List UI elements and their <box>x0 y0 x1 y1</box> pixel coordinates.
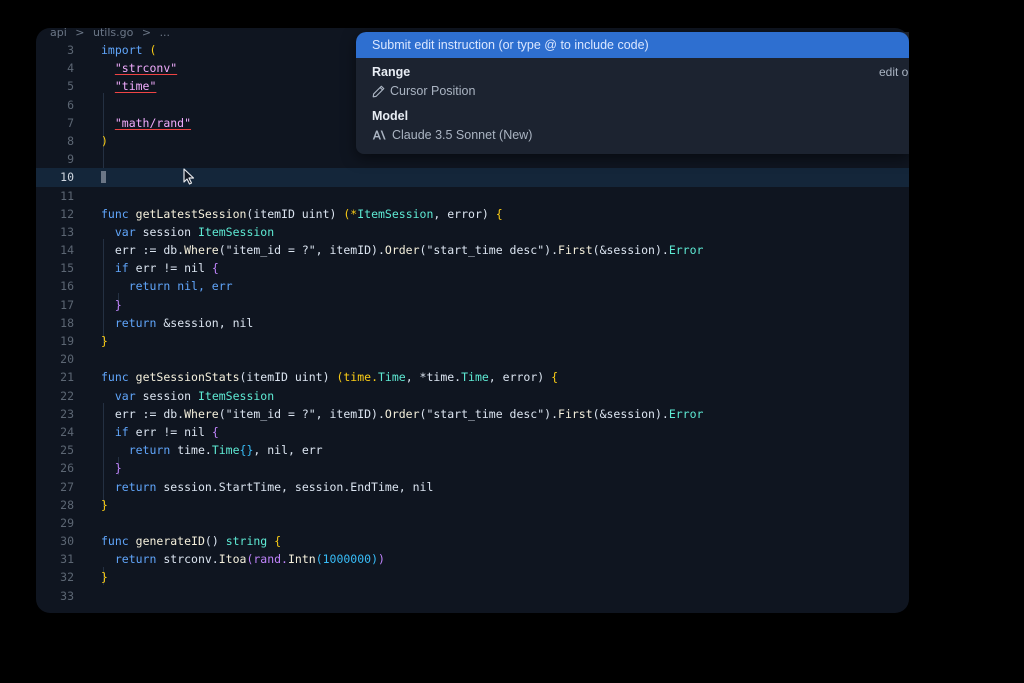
breadcrumb-separator: > <box>75 28 85 39</box>
breadcrumb-more[interactable]: ... <box>160 28 171 39</box>
code-line: 13 var session ItemSession <box>36 223 909 241</box>
line-number: 17 <box>60 297 74 312</box>
code-line: 33 <box>36 587 909 605</box>
line-number: 3 <box>67 43 74 57</box>
line-number: 28 <box>60 497 74 512</box>
code-line: 19} <box>36 332 909 350</box>
code-line: 18 return &session, nil <box>36 314 909 332</box>
line-number: 12 <box>60 206 74 221</box>
line-number: 16 <box>60 279 74 294</box>
model-label: Model <box>372 109 409 123</box>
line-number: 33 <box>60 588 74 603</box>
line-number: 10 <box>60 170 74 185</box>
line-number: 24 <box>60 424 74 439</box>
instruction-bar[interactable] <box>356 32 909 58</box>
line-number: 9 <box>67 152 74 167</box>
code-line: 23 err := db.Where("item_id = ?", itemID… <box>36 405 909 423</box>
line-number: 8 <box>67 133 74 148</box>
code-line: 17 } <box>36 296 909 314</box>
code-line: 22 var session ItemSession <box>36 387 909 405</box>
line-number: 13 <box>60 224 74 239</box>
code-line: 31 return strconv.Itoa(rand.Intn(1000000… <box>36 550 909 568</box>
pencil-icon <box>372 85 385 97</box>
line-number: 11 <box>60 188 74 203</box>
line-number: 22 <box>60 388 74 403</box>
line-number: 7 <box>67 115 74 130</box>
code-line: 25 return time.Time{}, nil, err <box>36 441 909 459</box>
code-line: 27 return session.StartTime, session.End… <box>36 478 909 496</box>
breadcrumb-file[interactable]: utils.go <box>93 28 133 39</box>
range-value: Cursor Position <box>390 84 476 98</box>
code-line: 15 if err != nil { <box>36 259 909 277</box>
range-selector[interactable]: Cursor Position <box>372 84 475 98</box>
code-line: 24 if err != nil { <box>36 423 909 441</box>
code-line: 21 func getSessionStats(itemID uint) (tim… <box>36 368 909 386</box>
line-number: 27 <box>60 479 74 494</box>
line-number: 4 <box>67 61 74 76</box>
line-number: 18 <box>60 315 74 330</box>
code-line: 28} <box>36 496 909 514</box>
inline-edit-panel[interactable]: Range edit op Cursor Position Model Clau… <box>356 32 909 154</box>
edit-instruction-input[interactable] <box>372 38 892 52</box>
line-number: 6 <box>67 97 74 112</box>
line-number: 21 <box>60 370 74 385</box>
line-number: 25 <box>60 443 74 458</box>
line-number: 32 <box>60 570 74 585</box>
code-line: 14 err := db.Where("item_id = ?", itemID… <box>36 241 909 259</box>
anthropic-logo-icon <box>372 130 386 140</box>
model-selector[interactable]: Claude 3.5 Sonnet (New) <box>372 128 532 142</box>
line-number: 29 <box>60 515 74 530</box>
breadcrumb-folder[interactable]: api <box>50 28 67 39</box>
line-number: 15 <box>60 261 74 276</box>
model-value: Claude 3.5 Sonnet (New) <box>392 128 533 142</box>
code-line: 20 <box>36 350 909 368</box>
code-line: 29 <box>36 514 909 532</box>
line-number: 5 <box>67 79 74 94</box>
code-line: 16 return nil, err <box>36 277 909 295</box>
edit-options-link[interactable]: edit op <box>879 65 909 79</box>
line-number: 19 <box>60 334 74 348</box>
line-number: 26 <box>60 461 74 476</box>
text-cursor <box>101 171 106 184</box>
line-number: 31 <box>60 552 74 567</box>
breadcrumb-separator: > <box>141 28 152 39</box>
line-number: 14 <box>60 243 74 258</box>
code-line: 26 } <box>36 459 909 477</box>
line-number: 20 <box>60 352 74 367</box>
mouse-pointer-icon <box>183 168 195 185</box>
code-line: 11 <box>36 187 909 205</box>
breadcrumb: api > utils.go > ... <box>50 28 175 40</box>
line-number: 23 <box>60 406 74 421</box>
code-line: 30 func generateID() string { <box>36 532 909 550</box>
range-label: Range <box>372 65 411 79</box>
line-number: 30 <box>60 534 74 549</box>
code-line-current[interactable]: 10 <box>36 168 909 187</box>
code-line: 12 func getLatestSession(itemID uint) (*I… <box>36 205 909 223</box>
code-line: 32} <box>36 568 909 586</box>
